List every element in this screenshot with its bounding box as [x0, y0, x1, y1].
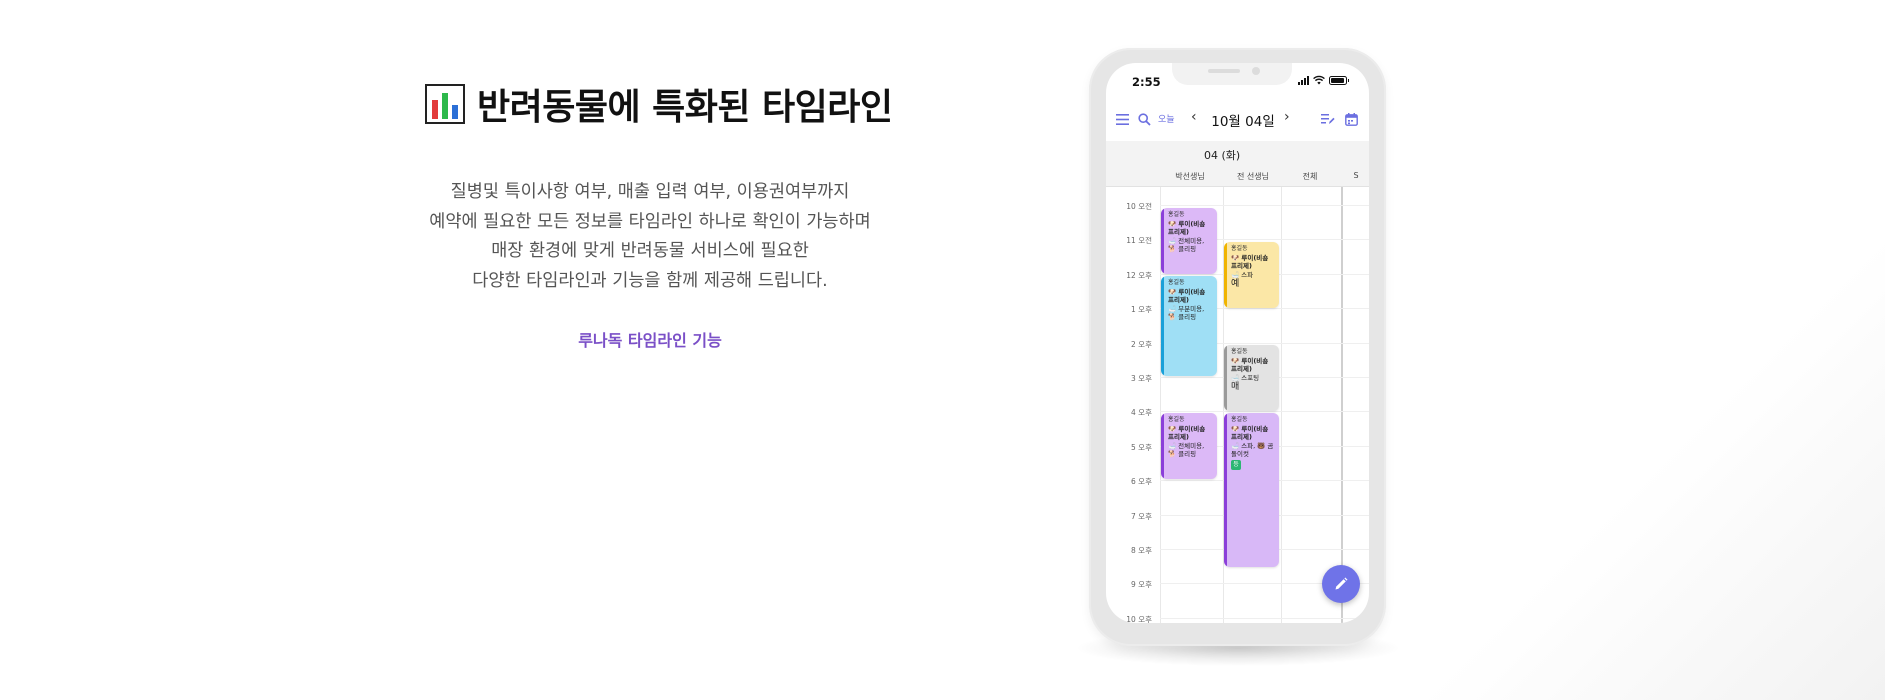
hour-label: 9 오후	[1131, 580, 1152, 589]
reservation-badge: 예	[1231, 279, 1240, 290]
grid-divider	[1281, 187, 1282, 623]
hour-label: 8 오후	[1131, 546, 1152, 555]
service-item: 🛁 스파, 🐻 곰돌이컷	[1231, 441, 1274, 459]
pet-name: 🐶 루이(비숑 프리제)	[1168, 219, 1206, 237]
appointment-color-bar	[1161, 276, 1164, 376]
page-headline: 반려동물에 특화된 타임라인	[425, 78, 893, 130]
date-title: 10월 04일	[1211, 114, 1275, 130]
pet-name: 🐶 루이(비숑 프리제)	[1231, 253, 1269, 271]
sales-badge: 매	[1231, 382, 1240, 393]
phone-mockup: 2:55 오늘 ‹ 10월 04일 › 04 (화) 박선생님 전 선생님 전체…	[1089, 48, 1386, 646]
status-icons	[1298, 75, 1349, 85]
calendar-icon[interactable]	[1341, 109, 1361, 129]
feature-link[interactable]: 루나독 타임라인 기능	[540, 327, 760, 351]
edit-list-icon[interactable]	[1318, 109, 1338, 129]
app-toolbar: 오늘 ‹ 10월 04일 ›	[1106, 101, 1369, 137]
appointment-color-bar	[1161, 208, 1164, 274]
description: 질병및 특이사항 여부, 매출 입력 여부, 이용권여부까지 예약에 필요한 모…	[395, 178, 905, 296]
menu-icon[interactable]	[1112, 109, 1132, 129]
battery-icon	[1329, 75, 1349, 85]
hour-label: 10 오후	[1126, 615, 1152, 623]
pet-name: 🐶 루이(비숑 프리제)	[1168, 287, 1206, 305]
headline-text: 반려동물에 특화된 타임라인	[477, 87, 893, 128]
hour-label: 1 오후	[1131, 305, 1152, 314]
appointment-card[interactable]: 홍길동 🐶 루이(비숑 프리제) 🛁 스파, 🐻 곰돌이컷 등	[1224, 413, 1279, 567]
next-day-button[interactable]: ›	[1284, 109, 1290, 125]
hour-label: 12 오후	[1126, 271, 1152, 280]
timeline-header: 04 (화) 박선생님 전 선생님 전체 S	[1106, 141, 1369, 187]
day-label: 04 (화)	[1204, 149, 1241, 162]
grid-line	[1160, 205, 1369, 206]
service-item: 🐕 클리핑	[1168, 450, 1197, 459]
description-line: 매장 환경에 맞게 반려동물 서비스에 필요한	[491, 241, 809, 261]
owner-name: 홍길동	[1231, 348, 1248, 355]
appointment-card[interactable]: 홍길동 🐶 루이(비숑 프리제) 🛁 전체미용, 🐕 클리핑	[1161, 208, 1217, 274]
appointment-color-bar	[1224, 413, 1227, 567]
column-header[interactable]: 박선생님	[1160, 171, 1220, 182]
grid-line	[1160, 411, 1369, 412]
status-time: 2:55	[1132, 75, 1161, 89]
hour-label: 4 오후	[1131, 408, 1152, 417]
pet-name: 🐶 루이(비숑 프리제)	[1231, 424, 1269, 442]
pet-name: 🐶 루이(비숑 프리제)	[1168, 424, 1206, 442]
service-item: 🐕 클리핑	[1168, 245, 1197, 254]
today-button[interactable]: 오늘	[1158, 112, 1175, 125]
hour-label: 7 오후	[1131, 512, 1152, 521]
signal-icon	[1298, 75, 1309, 85]
owner-name: 홍길동	[1168, 279, 1185, 286]
status-bar: 2:55	[1106, 63, 1369, 97]
owner-name: 홍길동	[1231, 416, 1248, 423]
hour-label: 6 오후	[1131, 477, 1152, 486]
owner-name: 홍길동	[1168, 211, 1185, 218]
appointment-color-bar	[1224, 242, 1227, 308]
column-header[interactable]: S	[1326, 171, 1369, 180]
wifi-icon	[1313, 75, 1325, 85]
appointment-color-bar	[1224, 345, 1227, 411]
grid-divider	[1341, 187, 1343, 623]
owner-name: 홍길동	[1168, 416, 1185, 423]
appointment-card[interactable]: 홍길동 🐶 루이(비숑 프리제) 🛁 부분미용, 🐕 클리핑	[1161, 276, 1217, 376]
appointment-card[interactable]: 홍길동 🐶 루이(비숑 프리제) 🛁 스파 예	[1224, 242, 1279, 308]
add-appointment-button[interactable]	[1322, 565, 1360, 603]
appointment-card[interactable]: 홍길동 🐶 루이(비숑 프리제) 🛁 스포팅 매	[1224, 345, 1279, 411]
phone-screen: 2:55 오늘 ‹ 10월 04일 › 04 (화) 박선생님 전 선생님 전체…	[1106, 63, 1369, 623]
timeline-grid: 10 오전 11 오전 12 오후 1 오후 2 오후 3 오후 4 오후 5 …	[1106, 187, 1369, 623]
appointment-color-bar	[1161, 413, 1164, 479]
appointment-card[interactable]: 홍길동 🐶 루이(비숑 프리제) 🛁 전체미용, 🐕 클리핑	[1161, 413, 1217, 479]
description-line: 예약에 필요한 모든 정보를 타임라인 하나로 확인이 가능하며	[429, 211, 871, 232]
hour-label: 5 오후	[1131, 443, 1152, 452]
hour-label: 11 오전	[1126, 236, 1152, 245]
hour-label: 10 오전	[1126, 202, 1152, 211]
service-item: 🐕 클리핑	[1168, 313, 1197, 322]
search-icon[interactable]	[1134, 109, 1154, 129]
pencil-icon	[1335, 577, 1348, 590]
grid-line	[1160, 618, 1369, 619]
hour-label: 3 오후	[1131, 374, 1152, 383]
column-header[interactable]: 전 선생님	[1223, 171, 1283, 182]
bar-chart-icon	[425, 84, 465, 124]
membership-badge: 등	[1231, 459, 1241, 470]
hour-label: 2 오후	[1131, 340, 1152, 349]
description-line: 질병및 특이사항 여부, 매출 입력 여부, 이용권여부까지	[450, 182, 850, 202]
prev-day-button[interactable]: ‹	[1191, 109, 1197, 125]
pet-name: 🐶 루이(비숑 프리제)	[1231, 356, 1269, 374]
description-line: 다양한 타임라인과 기능을 함께 제공해 드립니다.	[472, 270, 828, 291]
owner-name: 홍길동	[1231, 245, 1248, 252]
